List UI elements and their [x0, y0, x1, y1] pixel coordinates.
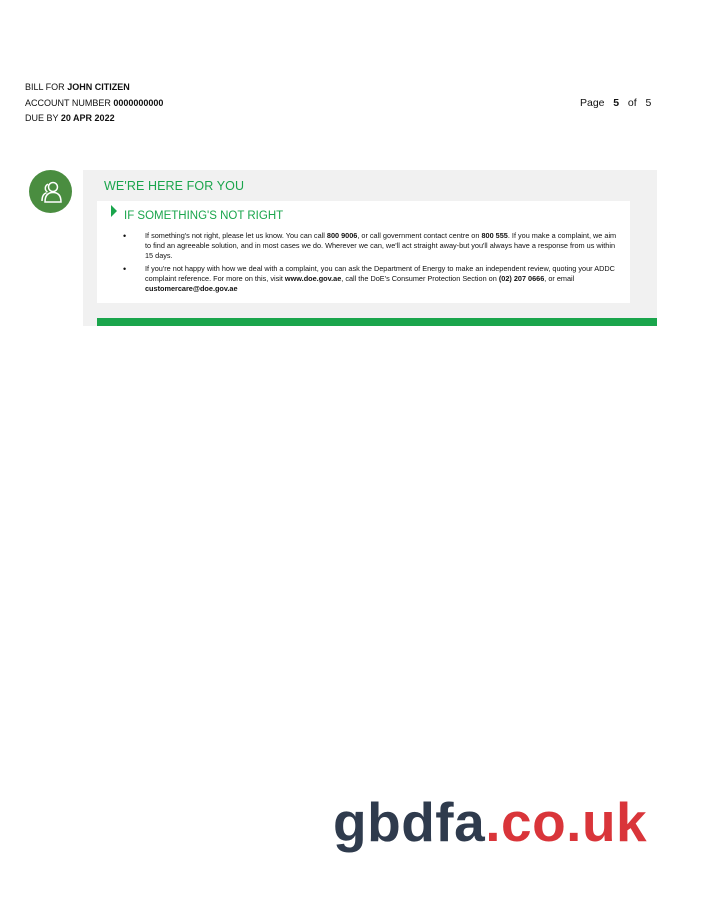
phone-number: 800 555 [481, 231, 508, 240]
phone-number: 800 9006 [326, 231, 358, 240]
email-link[interactable]: customercare@doe.gov.ae [145, 284, 238, 293]
bullet-text: If something's not right, please let us … [145, 231, 327, 240]
section-heading: WE'RE HERE FOR YOU [104, 179, 245, 193]
bullet-text: , or email [544, 273, 575, 283]
account-number-label: ACCOUNT NUMBER [25, 97, 111, 108]
page-label: Page [580, 97, 605, 109]
page-indicator: Page 5 of 5 [580, 97, 651, 109]
watermark-logo: gbdfa.co.uk [333, 795, 647, 850]
bullet-text: , call the DoE's Consumer Protection Sec… [341, 273, 499, 283]
people-icon [29, 170, 72, 213]
page-current: 5 [613, 97, 620, 109]
list-item: • If something's not right, please let u… [121, 231, 621, 262]
help-panel: WE'RE HERE FOR YOU IF SOMETHING'S NOT RI… [83, 170, 657, 326]
due-date-row: DUE BY 20 APR 2022 [25, 111, 163, 127]
bullet-icon: • [123, 263, 127, 274]
page-of-label: of [627, 97, 637, 109]
page-total: 5 [645, 97, 652, 109]
arrow-right-icon [111, 205, 117, 217]
bullet-icon: • [123, 231, 127, 241]
complaint-info-list: • If something's not right, please let u… [121, 231, 621, 296]
bill-for-label: BILL FOR [25, 82, 65, 92]
website-link[interactable]: www.doe.gov.ae [285, 274, 341, 283]
subsection-heading: IF SOMETHING'S NOT RIGHT [124, 210, 284, 222]
bill-for-name: JOHN CITIZEN [67, 82, 130, 92]
account-number-value: 0000000000 [113, 97, 164, 108]
due-date-label: DUE BY [25, 113, 59, 123]
bullet-text: , or call government contact centre on [357, 231, 482, 240]
complaint-info-box: IF SOMETHING'S NOT RIGHT • If something'… [97, 201, 630, 303]
watermark-part1: gbdfa [333, 791, 486, 853]
bill-for-row: BILL FOR JOHN CITIZEN [25, 80, 163, 96]
bill-header: BILL FOR JOHN CITIZEN ACCOUNT NUMBER 000… [25, 80, 163, 127]
due-date-value: 20 APR 2022 [60, 113, 115, 123]
account-number-row: ACCOUNT NUMBER 0000000000 [25, 96, 163, 112]
list-item: • If you're not happy with how we deal w… [121, 264, 621, 295]
phone-number: (02) 207 0666 [498, 273, 545, 283]
watermark-part2: .co.uk [485, 791, 648, 853]
section-divider [97, 318, 657, 326]
